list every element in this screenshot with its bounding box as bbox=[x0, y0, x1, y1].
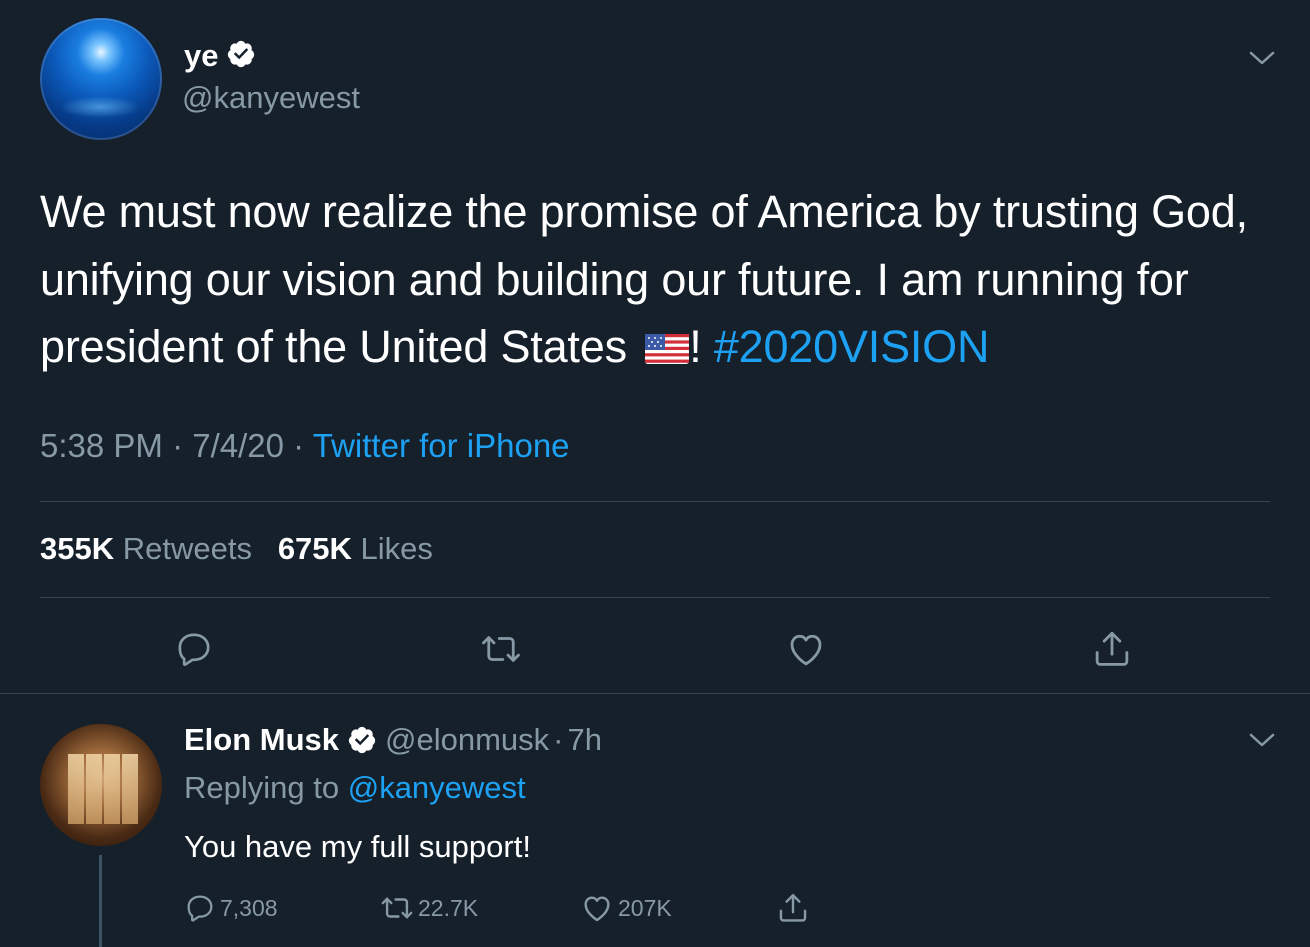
tweet-exclamation: ! bbox=[689, 321, 702, 372]
thread-line bbox=[99, 855, 102, 947]
avatar-image-detail bbox=[68, 754, 84, 824]
meta-separator: · bbox=[172, 427, 184, 464]
reply-like-button[interactable]: 207K bbox=[580, 890, 672, 926]
tweet-stats: 355K Retweets 675K Likes bbox=[40, 531, 433, 567]
chevron-down-icon[interactable] bbox=[1248, 48, 1276, 68]
tweet-time: 5:38 PM bbox=[40, 427, 163, 464]
avatar[interactable] bbox=[40, 18, 162, 140]
likes-stat[interactable]: 675K Likes bbox=[278, 531, 433, 566]
meta-separator: · bbox=[293, 427, 305, 464]
retweet-icon bbox=[482, 636, 520, 662]
reply-age[interactable]: 7h bbox=[568, 722, 602, 758]
tweet-body: We must now realize the promise of Ameri… bbox=[40, 186, 1248, 372]
retweet-count: 22.7K bbox=[418, 894, 479, 921]
reply-author-handle[interactable]: @elonmusk bbox=[385, 722, 549, 758]
reply-count: 7,308 bbox=[220, 894, 278, 921]
tweet-source-link[interactable]: Twitter for iPhone bbox=[313, 427, 570, 464]
divider bbox=[40, 501, 1270, 502]
replying-to: Replying to @kanyewest bbox=[184, 770, 526, 806]
author-name-row[interactable]: ye bbox=[184, 36, 256, 76]
retweets-label: Retweets bbox=[122, 531, 252, 566]
tweet-meta: 5:38 PM · 7/4/20 · Twitter for iPhone bbox=[40, 427, 570, 465]
us-flag-emoji bbox=[645, 315, 690, 383]
reply-separator: · bbox=[553, 722, 564, 757]
likes-label: Likes bbox=[360, 531, 433, 566]
tweet-text: We must now realize the promise of Ameri… bbox=[40, 178, 1290, 383]
avatar-image-detail bbox=[86, 754, 102, 824]
avatar-image-detail bbox=[104, 754, 120, 824]
reply-text: You have my full support! bbox=[184, 829, 531, 864]
retweet-button[interactable] bbox=[478, 626, 524, 672]
reply-button[interactable] bbox=[171, 626, 217, 672]
chevron-down-icon[interactable] bbox=[1248, 730, 1276, 750]
avatar-image-detail bbox=[60, 96, 140, 118]
avatar-image-detail bbox=[122, 754, 138, 824]
divider bbox=[0, 693, 1310, 694]
share-icon bbox=[1095, 631, 1129, 666]
share-icon bbox=[779, 894, 807, 922]
author-name[interactable]: ye bbox=[184, 38, 218, 74]
retweet-icon bbox=[381, 897, 413, 919]
reply-icon bbox=[187, 895, 213, 922]
reply-retweet-button[interactable]: 22.7K bbox=[380, 890, 478, 926]
reply-header: Elon Musk @elonmusk · 7h bbox=[184, 720, 602, 760]
reply-share-button[interactable] bbox=[776, 890, 810, 926]
like-icon bbox=[584, 896, 610, 922]
like-count: 207K bbox=[618, 894, 672, 921]
reply-reply-button[interactable]: 7,308 bbox=[184, 890, 278, 926]
retweets-count: 355K bbox=[40, 531, 115, 566]
reply-avatar[interactable] bbox=[40, 724, 162, 846]
replying-prefix: Replying to bbox=[184, 770, 340, 805]
share-button[interactable] bbox=[1089, 626, 1135, 672]
verified-badge-icon bbox=[347, 725, 377, 755]
likes-count: 675K bbox=[277, 531, 352, 566]
divider bbox=[40, 597, 1270, 598]
verified-badge-icon bbox=[226, 39, 256, 74]
reply-author-name[interactable]: Elon Musk bbox=[184, 722, 339, 758]
retweets-stat[interactable]: 355K Retweets bbox=[40, 531, 252, 566]
hashtag-link[interactable]: #2020VISION bbox=[714, 321, 990, 372]
reply-icon bbox=[178, 633, 210, 666]
author-handle[interactable]: @kanyewest bbox=[182, 80, 360, 116]
like-button[interactable] bbox=[783, 626, 829, 672]
like-icon bbox=[790, 634, 822, 666]
replying-to-mention[interactable]: @kanyewest bbox=[348, 770, 526, 805]
tweet-date: 7/4/20 bbox=[192, 427, 284, 464]
